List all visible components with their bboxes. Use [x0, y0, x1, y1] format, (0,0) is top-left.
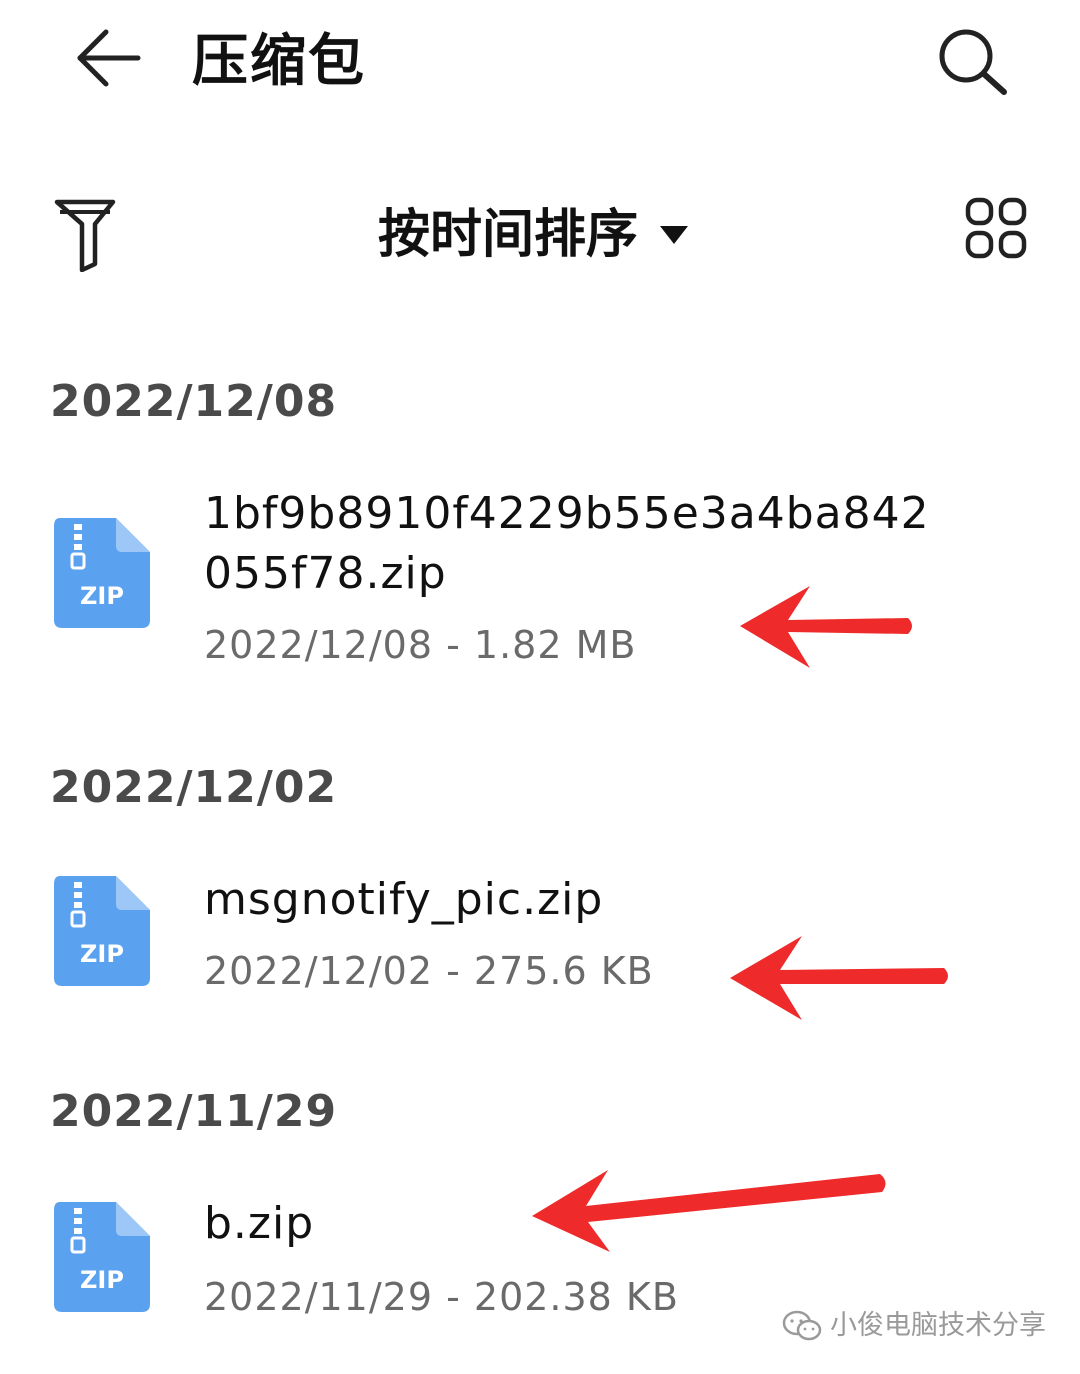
zip-label: ZIP	[80, 582, 124, 610]
sort-dropdown[interactable]: 按时间排序	[378, 190, 689, 280]
file-meta: 2022/12/08 - 1.82 MB	[204, 623, 637, 667]
back-button[interactable]	[72, 26, 144, 90]
file-manager-screen: 压缩包 按时间排序 2022/12/08 ZIP 1bf9b8910f4229b…	[0, 0, 1080, 1374]
date-group-header: 2022/12/08	[50, 376, 338, 427]
file-meta: 2022/12/02 - 275.6 KB	[204, 949, 654, 993]
watermark-text: 小俊电脑技术分享	[830, 1310, 1046, 1341]
zip-file-icon: ZIP	[54, 876, 150, 986]
list-toolbar: 按时间排序	[0, 180, 1080, 290]
search-button[interactable]	[936, 26, 1010, 96]
zip-label: ZIP	[80, 1266, 124, 1294]
caret-down-icon	[660, 226, 689, 244]
page-title: 压缩包	[192, 29, 366, 94]
arrow-left-icon	[77, 29, 141, 87]
watermark: 小俊电脑技术分享	[782, 1304, 1046, 1348]
file-meta: 2022/11/29 - 202.38 KB	[204, 1275, 679, 1319]
filter-icon	[54, 199, 116, 273]
zip-label: ZIP	[80, 940, 124, 968]
zip-file-icon: ZIP	[54, 518, 150, 628]
file-name: msgnotify_pic.zip	[204, 874, 604, 925]
date-group-header: 2022/12/02	[50, 762, 338, 813]
zip-file-icon: ZIP	[54, 1202, 150, 1312]
annotation-arrow	[532, 1170, 886, 1252]
date-group-header: 2022/11/29	[50, 1086, 338, 1137]
view-toggle-button[interactable]	[964, 196, 1028, 260]
filter-button[interactable]	[52, 194, 118, 273]
search-icon	[939, 29, 1007, 95]
grid-view-icon	[965, 197, 1027, 259]
annotation-arrow	[740, 586, 912, 668]
wechat-icon	[782, 1310, 822, 1341]
app-header: 压缩包	[0, 0, 1080, 130]
annotation-arrow	[730, 936, 948, 1020]
sort-label: 按时间排序	[378, 205, 639, 265]
